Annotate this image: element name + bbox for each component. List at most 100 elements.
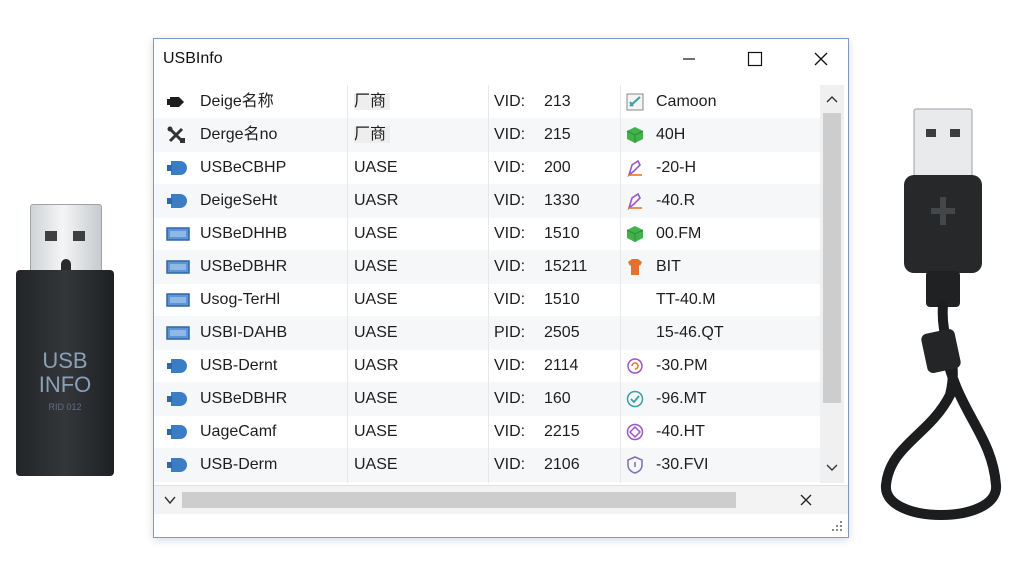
- usb-plug-blue-icon: [166, 481, 190, 483]
- check-box-icon: [626, 85, 650, 119]
- resize-grip-icon[interactable]: [828, 519, 844, 533]
- minimize-icon: [683, 58, 695, 60]
- id-label: VID:: [494, 159, 526, 176]
- vertical-scrollbar[interactable]: [820, 85, 844, 483]
- device-row[interactable]: USB-DerntUASEPID:2127-30.HV: [154, 481, 820, 483]
- device-status: 00.FM: [656, 225, 702, 242]
- device-status: -30.FVI: [656, 456, 709, 473]
- scroll-down-arrow[interactable]: [820, 457, 844, 477]
- shield-check-icon: [626, 382, 650, 416]
- manufacturer: UASR: [354, 192, 399, 209]
- window-title: USBInfo: [163, 50, 223, 67]
- green-cube-icon: [626, 217, 650, 251]
- usb-plug-blue-icon: [166, 184, 190, 218]
- manufacturer: 厂商: [354, 126, 391, 143]
- id-value: 160: [544, 390, 571, 407]
- title-bar[interactable]: USBInfo: [154, 39, 848, 79]
- id-label: VID:: [494, 126, 526, 143]
- device-status: -40.HT: [656, 423, 705, 440]
- usb-stick-image: USB INFO RID 012: [16, 204, 114, 476]
- manufacturer: UASE: [354, 390, 398, 407]
- id-label: VID:: [494, 192, 526, 209]
- id-value: 215: [544, 126, 571, 143]
- device-row[interactable]: USBeDHHB UASE VID: 1510 00.FM: [154, 217, 820, 251]
- device-name: USBeDBHR: [200, 390, 288, 407]
- spiral-icon: [626, 349, 650, 383]
- horizontal-scroll-thumb[interactable]: [182, 492, 736, 508]
- id-label: VID:: [494, 93, 526, 110]
- green-cube-icon: [626, 118, 650, 152]
- pen-icon: [626, 151, 650, 185]
- id-label: VID:: [494, 423, 526, 440]
- close-button[interactable]: [798, 39, 844, 79]
- maximize-button[interactable]: [732, 39, 778, 79]
- device-name: USB-Dernt: [200, 357, 278, 374]
- vertical-scroll-thumb[interactable]: [823, 113, 841, 403]
- id-value: 15211: [544, 258, 588, 275]
- device-list: Deige名称厂商 VID: 213 Camoon Derge名no 厂商 VID: 215 4…: [154, 85, 820, 483]
- pen-icon: [626, 184, 650, 218]
- manufacturer: UASE: [354, 258, 398, 275]
- id-label: VID:: [494, 456, 526, 473]
- id-label: PID:: [494, 481, 538, 483]
- monitor-icon: [166, 283, 190, 317]
- usb-plug-blue-icon: [166, 382, 190, 416]
- device-row[interactable]: Derge名no 厂商 VID: 215 40H: [154, 118, 820, 152]
- id-label: VID:: [494, 390, 526, 407]
- device-name: USBeDBHR: [200, 258, 288, 275]
- usb-plug-connector: [30, 204, 102, 274]
- device-name: USBeDHHB: [200, 225, 288, 242]
- device-row[interactable]: DeigeSeHt UASR VID: 1330 -40.R: [154, 184, 820, 218]
- device-status: 40H: [656, 126, 686, 143]
- scroll-up-arrow[interactable]: [820, 89, 844, 109]
- usb-tool-icon: [166, 118, 190, 152]
- device-row[interactable]: USBeCBHP UASE VID: 200 -20-H: [154, 151, 820, 185]
- device-row[interactable]: Usog-TerHl UASE VID: 1510 TT-40.M: [154, 283, 820, 317]
- manufacturer: UASE: [354, 324, 398, 341]
- id-value: 200: [544, 159, 571, 176]
- no-icon: [626, 283, 650, 317]
- device-name: USB-Dernt: [200, 481, 340, 483]
- device-status: -20-H: [656, 159, 697, 176]
- usb-plug-blue-icon: [166, 415, 190, 449]
- id-value: 213: [544, 93, 571, 110]
- device-status: TT-40.M: [656, 291, 716, 308]
- device-status: Camoon: [656, 93, 717, 110]
- id-value: 2505: [544, 324, 580, 341]
- usb-cable-image: [881, 108, 1001, 520]
- id-label: VID:: [494, 291, 526, 308]
- usb-stick-logo-line1: USB: [42, 348, 88, 373]
- monitor-icon: [166, 250, 190, 284]
- manufacturer: UASE: [354, 456, 398, 473]
- monitor-icon: [166, 316, 190, 350]
- id-label: VID:: [494, 258, 526, 275]
- usb-stick-logo-line2: INFO: [38, 372, 92, 397]
- device-status: -30.PM: [656, 357, 708, 374]
- device-status: -96.MT: [656, 390, 707, 407]
- dropdown-toggle[interactable]: [160, 490, 180, 510]
- device-row[interactable]: USB-Dernt UASR VID: 2114 -30.PM: [154, 349, 820, 383]
- device-row[interactable]: USBeDBHR UASE VID: 160 -96.MT: [154, 382, 820, 416]
- horizontal-scrollbar[interactable]: [154, 485, 848, 514]
- device-name: Deige名称: [200, 93, 274, 110]
- device-row[interactable]: Deige名称 厂商 VID: 213 Camoon: [154, 85, 820, 119]
- no-icon: [626, 316, 650, 350]
- device-row[interactable]: USBeDBHR UASE VID: 15211 BIT: [154, 250, 820, 284]
- usb-plug-blue-icon: [166, 151, 190, 185]
- diamond-circle-icon: [626, 415, 650, 449]
- device-name: Derge名no: [200, 126, 278, 143]
- device-row[interactable]: USBI-DAHB UASE PID: 2505 15-46.QT: [154, 316, 820, 350]
- device-name: USB-Derm: [200, 456, 278, 473]
- device-row[interactable]: USB-Derm UASE VID: 2106 -30.FVI: [154, 448, 820, 482]
- clear-button[interactable]: [792, 488, 820, 512]
- device-status: 15-46.QT: [656, 324, 724, 341]
- id-value: 2127: [544, 481, 624, 483]
- device-row[interactable]: UageCamf UASE VID: 2215 -40.HT: [154, 415, 820, 449]
- manufacturer: UASE: [354, 423, 398, 440]
- minimize-button[interactable]: [666, 39, 712, 79]
- device-name: USBeCBHP: [200, 159, 287, 176]
- id-value: 1510: [544, 225, 580, 242]
- id-label: VID:: [494, 357, 526, 374]
- usb-plug-blue-icon: [166, 349, 190, 383]
- close-icon: [800, 494, 812, 506]
